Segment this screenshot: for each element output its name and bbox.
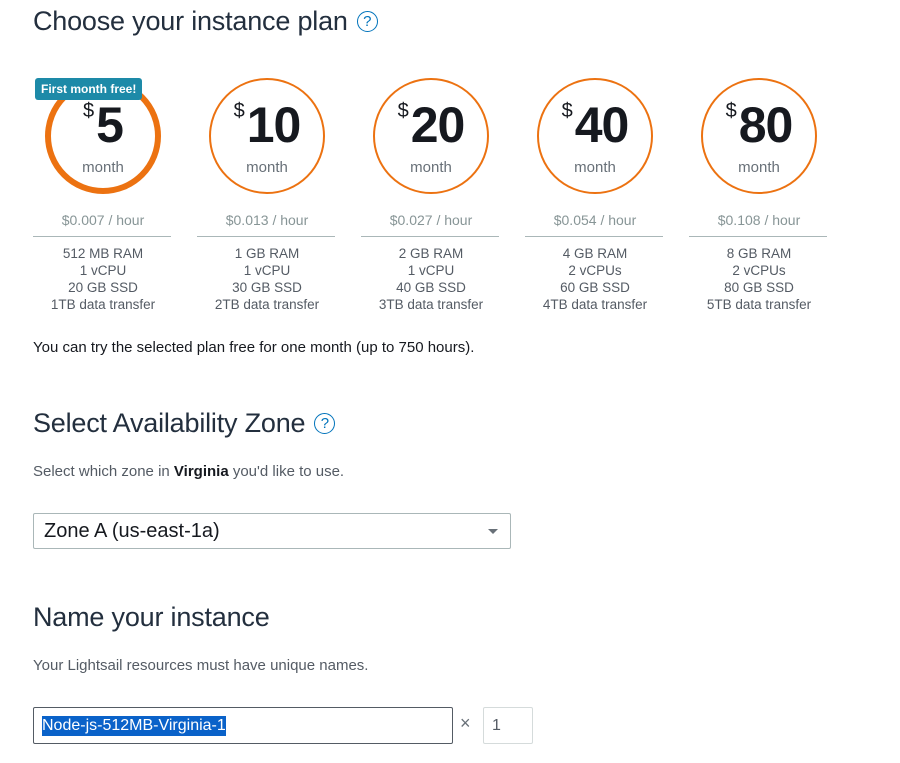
plan-price: $ 40 bbox=[525, 96, 665, 154]
spec-ssd: 30 GB SSD bbox=[232, 280, 302, 295]
zone-select-value: Zone A (us-east-1a) bbox=[44, 520, 220, 542]
plan-list: $ 5 month First month free! $0.007 / hou… bbox=[33, 70, 853, 320]
currency-symbol: $ bbox=[83, 100, 95, 122]
instance-count-input[interactable]: 1 bbox=[483, 707, 533, 744]
spec-transfer: 5TB data transfer bbox=[706, 297, 812, 312]
price-period: month bbox=[82, 159, 124, 176]
plan-price: $ 20 bbox=[361, 96, 501, 154]
spec-ssd: 80 GB SSD bbox=[724, 280, 794, 295]
plan-specs: 512 MB RAM 1 vCPU 20 GB SSD 1TB data tra… bbox=[33, 245, 173, 313]
hourly-price: $0.054 / hour bbox=[553, 212, 637, 228]
help-icon[interactable]: ? bbox=[314, 413, 336, 434]
spec-ram: 512 MB RAM bbox=[62, 246, 144, 261]
plan-specs: 1 GB RAM 1 vCPU 30 GB SSD 2TB data trans… bbox=[197, 245, 337, 313]
instance-name-value: Node-js-512MB-Virginia-1 bbox=[42, 715, 226, 736]
plan-price: $ 5 bbox=[33, 96, 173, 154]
spec-ssd: 40 GB SSD bbox=[396, 280, 466, 295]
name-description: Your Lightsail resources must have uniqu… bbox=[33, 657, 369, 674]
divider bbox=[361, 236, 499, 237]
zone-section-title: Select Availability Zone ? bbox=[33, 408, 336, 439]
free-badge: First month free! bbox=[35, 78, 143, 100]
spec-cpu: 1 vCPU bbox=[407, 263, 455, 278]
plan-price: $ 80 bbox=[689, 96, 829, 154]
zone-desc-suffix: you'd like to use. bbox=[228, 463, 345, 480]
plan-price: $ 10 bbox=[197, 96, 337, 154]
spec-transfer: 2TB data transfer bbox=[214, 297, 320, 312]
price-period: month bbox=[738, 159, 780, 176]
price-amount: 40 bbox=[574, 97, 630, 153]
spec-transfer: 3TB data transfer bbox=[378, 297, 484, 312]
spec-cpu: 2 vCPUs bbox=[732, 263, 786, 278]
spec-ssd: 60 GB SSD bbox=[560, 280, 630, 295]
price-period: month bbox=[246, 159, 288, 176]
chevron-down-icon bbox=[488, 529, 498, 534]
plan-section-title: Choose your instance plan ? bbox=[33, 6, 378, 37]
currency-symbol: $ bbox=[561, 100, 573, 122]
price-amount: 20 bbox=[410, 97, 466, 153]
currency-symbol: $ bbox=[397, 100, 409, 122]
plan-specs: 8 GB RAM 2 vCPUs 80 GB SSD 5TB data tran… bbox=[689, 245, 829, 313]
spec-cpu: 1 vCPU bbox=[243, 263, 291, 278]
price-amount: 80 bbox=[738, 97, 794, 153]
multiply-symbol: × bbox=[460, 713, 471, 733]
price-period: month bbox=[574, 159, 616, 176]
hourly-price: $0.007 / hour bbox=[61, 212, 145, 228]
spec-cpu: 1 vCPU bbox=[79, 263, 127, 278]
spec-cpu: 2 vCPUs bbox=[568, 263, 622, 278]
zone-region: Virginia bbox=[173, 463, 229, 480]
hourly-price: $0.013 / hour bbox=[225, 212, 309, 228]
name-section-title-text: Name your instance bbox=[33, 602, 270, 632]
hourly-price: $0.027 / hour bbox=[389, 212, 473, 228]
plan-section-title-text: Choose your instance plan bbox=[33, 6, 348, 36]
price-amount: 5 bbox=[96, 97, 124, 153]
divider bbox=[33, 236, 171, 237]
zone-select[interactable]: Zone A (us-east-1a) bbox=[33, 513, 511, 549]
divider bbox=[689, 236, 827, 237]
zone-desc-prefix: Select which zone in bbox=[33, 463, 174, 480]
instance-name-input[interactable]: Node-js-512MB-Virginia-1 bbox=[33, 707, 453, 744]
spec-ram: 2 GB RAM bbox=[398, 246, 464, 261]
name-section-title: Name your instance bbox=[33, 602, 270, 633]
help-icon[interactable]: ? bbox=[356, 11, 378, 32]
currency-symbol: $ bbox=[233, 100, 245, 122]
plan-specs: 4 GB RAM 2 vCPUs 60 GB SSD 4TB data tran… bbox=[525, 245, 665, 313]
hourly-price: $0.108 / hour bbox=[717, 212, 801, 228]
divider bbox=[525, 236, 663, 237]
currency-symbol: $ bbox=[725, 100, 737, 122]
spec-ssd: 20 GB SSD bbox=[68, 280, 138, 295]
spec-ram: 8 GB RAM bbox=[726, 246, 792, 261]
spec-transfer: 4TB data transfer bbox=[542, 297, 648, 312]
price-amount: 10 bbox=[246, 97, 302, 153]
free-trial-note: You can try the selected plan free for o… bbox=[33, 339, 475, 356]
plan-specs: 2 GB RAM 1 vCPU 40 GB SSD 3TB data trans… bbox=[361, 245, 501, 313]
spec-ram: 4 GB RAM bbox=[562, 246, 628, 261]
zone-section-title-text: Select Availability Zone bbox=[33, 408, 306, 438]
spec-ram: 1 GB RAM bbox=[234, 246, 300, 261]
divider bbox=[197, 236, 335, 237]
price-period: month bbox=[410, 159, 452, 176]
spec-transfer: 1TB data transfer bbox=[50, 297, 156, 312]
zone-description: Select which zone in Virginia you'd like… bbox=[33, 463, 344, 480]
